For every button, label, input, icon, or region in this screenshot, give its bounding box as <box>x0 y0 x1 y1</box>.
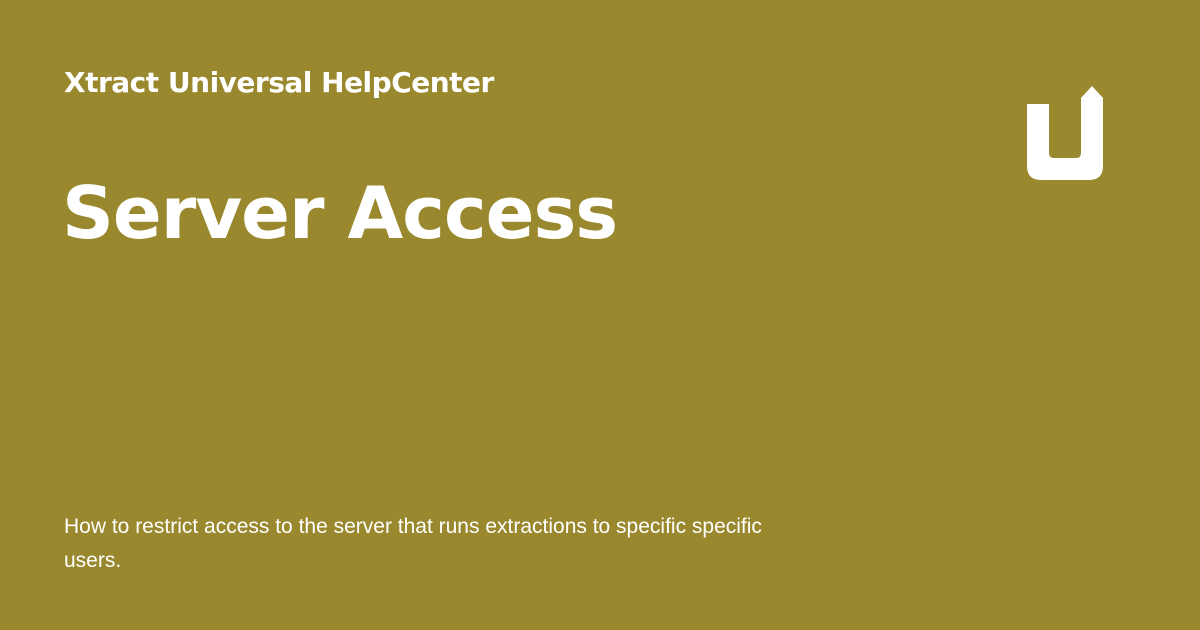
page-title: Server Access <box>62 171 618 255</box>
social-card: Xtract Universal HelpCenter Server Acces… <box>0 0 1200 630</box>
page-description: How to restrict access to the server tha… <box>64 515 762 572</box>
u-arrow-logo-icon <box>1027 86 1103 180</box>
site-title: Xtract Universal HelpCenter <box>64 66 494 99</box>
